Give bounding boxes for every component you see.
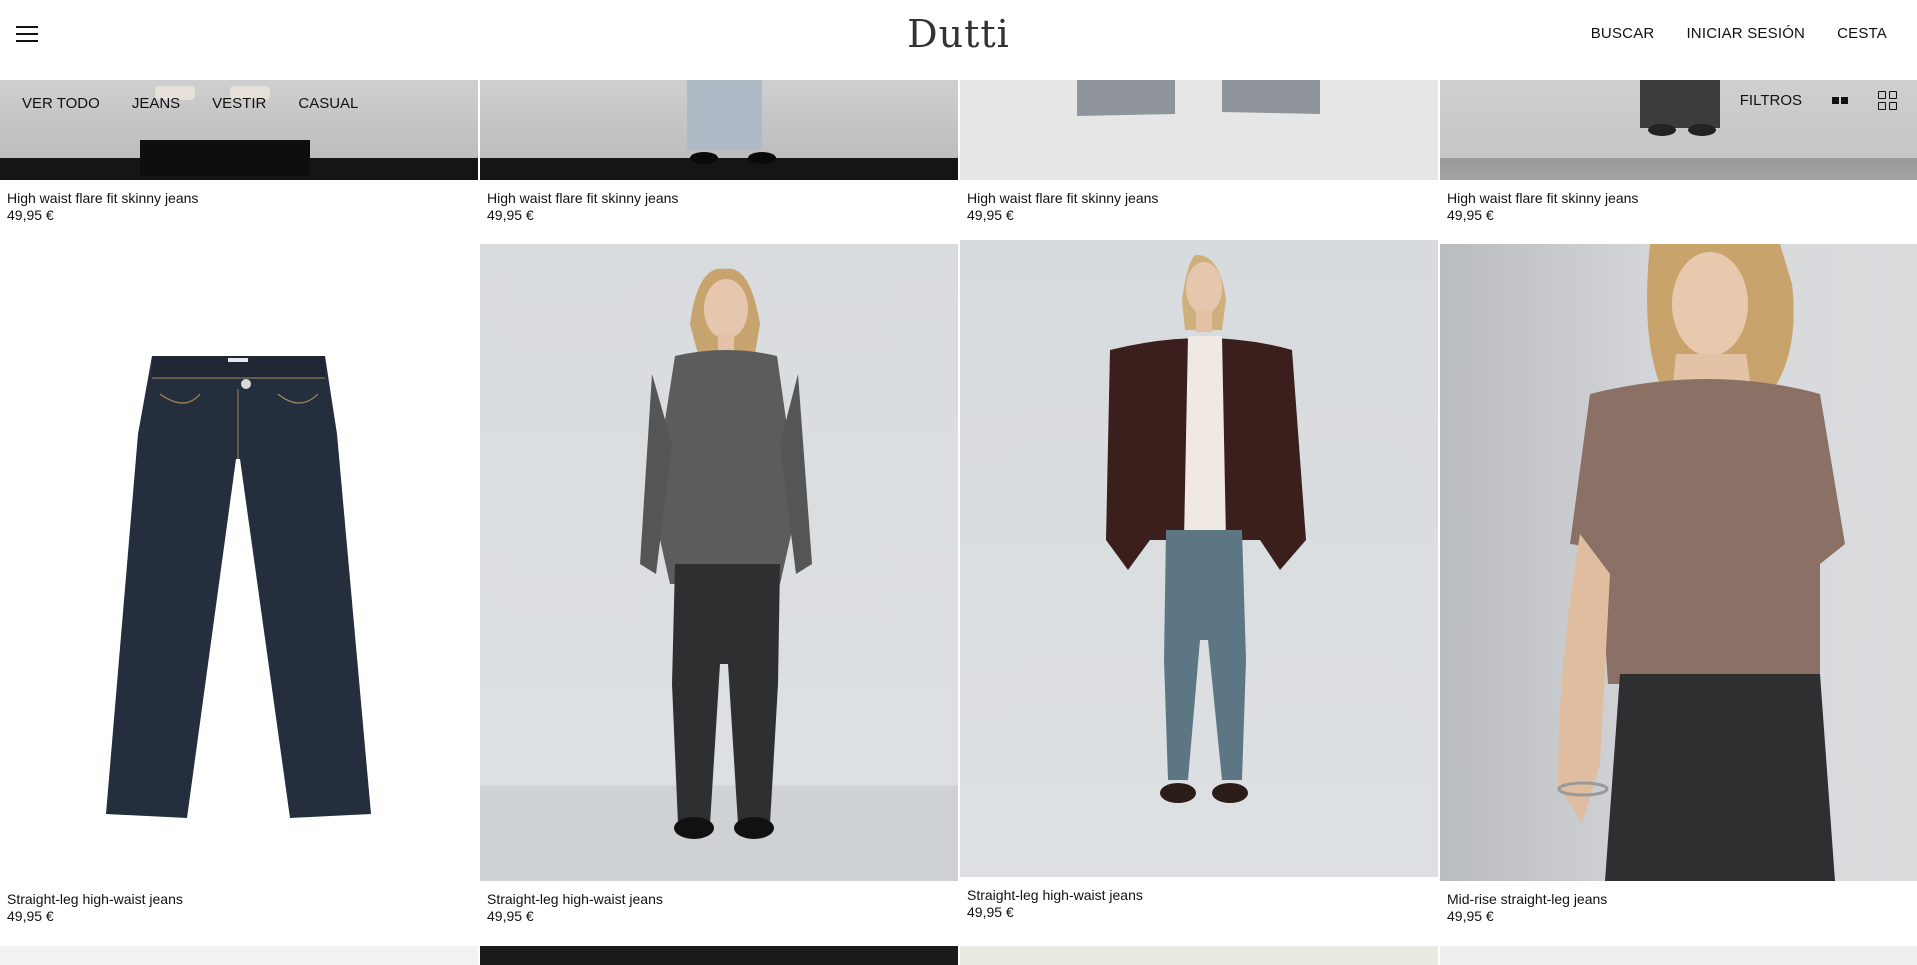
cart-link[interactable]: CESTA [1837,25,1887,42]
product-caption[interactable]: High waist flare fit skinny jeans 49,95 … [967,190,1158,224]
filters-button[interactable]: FILTROS [1740,92,1802,109]
product-image[interactable] [0,946,478,965]
header-links: BUSCAR INICIAR SESIÓN CESTA [1591,25,1887,42]
category-tabs: VER TODO JEANS VESTIR CASUAL [22,95,358,112]
product-caption[interactable]: Straight-leg high-waist jeans 49,95 € [487,891,663,925]
product-caption[interactable]: Straight-leg high-waist jeans 49,95 € [7,891,183,925]
grid-view-icon[interactable] [1878,91,1897,110]
product-name: Straight-leg high-waist jeans [7,891,183,907]
product-image[interactable] [960,946,1438,965]
product-name: High waist flare fit skinny jeans [1447,190,1639,206]
two-column-view-icon[interactable] [1832,97,1848,104]
product-caption[interactable]: High waist flare fit skinny jeans 49,95 … [1447,190,1638,224]
site-header: Dutti BUSCAR INICIAR SESIÓN CESTA [0,0,1917,80]
category-tab[interactable]: VESTIR [212,95,266,112]
product-caption[interactable]: Mid-rise straight-leg jeans 49,95 € [1447,891,1607,925]
search-link[interactable]: BUSCAR [1591,25,1655,42]
product-price: 49,95 € [487,207,534,223]
product-image[interactable] [960,240,1438,877]
category-tab[interactable]: VER TODO [22,95,100,112]
product-name: Straight-leg high-waist jeans [487,891,663,907]
product-image[interactable] [480,946,958,965]
product-price: 49,95 € [1447,908,1494,924]
product-price: 49,95 € [967,904,1014,920]
product-caption[interactable]: High waist flare fit skinny jeans 49,95 … [7,190,198,224]
product-price: 49,95 € [487,908,534,924]
menu-icon[interactable] [16,26,38,44]
product-image[interactable] [0,244,478,881]
login-link[interactable]: INICIAR SESIÓN [1686,25,1805,42]
product-image[interactable] [480,244,958,881]
category-filter-bar: VER TODO JEANS VESTIR CASUAL FILTROS [0,80,1917,150]
product-name: High waist flare fit skinny jeans [967,190,1159,206]
product-price: 49,95 € [7,207,54,223]
product-price: 49,95 € [7,908,54,924]
product-name: High waist flare fit skinny jeans [7,190,199,206]
product-price: 49,95 € [967,207,1014,223]
view-controls: FILTROS [1740,91,1897,110]
product-price: 49,95 € [1447,207,1494,223]
product-name: High waist flare fit skinny jeans [487,190,679,206]
product-name: Straight-leg high-waist jeans [967,887,1143,903]
category-tab[interactable]: JEANS [132,95,180,112]
product-image[interactable] [1440,946,1917,965]
product-caption[interactable]: Straight-leg high-waist jeans 49,95 € [967,887,1143,921]
product-name: Mid-rise straight-leg jeans [1447,891,1608,907]
product-image[interactable] [1440,244,1917,881]
category-tab[interactable]: CASUAL [298,95,358,112]
product-caption[interactable]: High waist flare fit skinny jeans 49,95 … [487,190,678,224]
